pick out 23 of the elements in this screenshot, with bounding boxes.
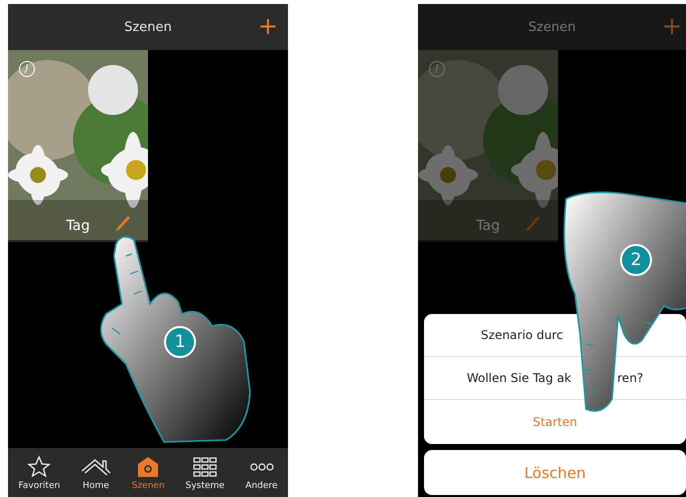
scene-name: Tag xyxy=(65,218,91,234)
dialog-title: Szenario durc xyxy=(480,328,564,342)
add-button[interactable]: + xyxy=(658,12,686,40)
pencil-icon[interactable] xyxy=(115,213,132,232)
dialog-message: ren? xyxy=(617,371,644,385)
scene-tile[interactable]: Tag xyxy=(8,50,148,242)
grid-icon xyxy=(192,456,218,478)
screen-title: Szenen xyxy=(124,20,172,34)
tab-item[interactable]: Andere xyxy=(245,454,278,490)
tab-item[interactable]: Home xyxy=(80,454,111,490)
pencil-icon[interactable] xyxy=(525,213,542,232)
screen-title: Szenen xyxy=(528,20,576,34)
add-button[interactable]: + xyxy=(254,12,282,40)
dots-icon xyxy=(250,462,274,470)
dialog-message: Wollen Sie Tag ak xyxy=(466,371,572,385)
delete-button[interactable]: Löschen xyxy=(424,450,686,495)
house-icon xyxy=(80,457,111,476)
tab-item[interactable]: Favoriten xyxy=(18,454,60,490)
tab-item[interactable]: Systeme xyxy=(185,454,225,490)
tab-item[interactable]: Szenen xyxy=(132,454,165,490)
scene-name: Tag xyxy=(475,218,501,234)
scene-tile[interactable]: Tag xyxy=(418,50,558,242)
star-icon xyxy=(27,455,52,478)
